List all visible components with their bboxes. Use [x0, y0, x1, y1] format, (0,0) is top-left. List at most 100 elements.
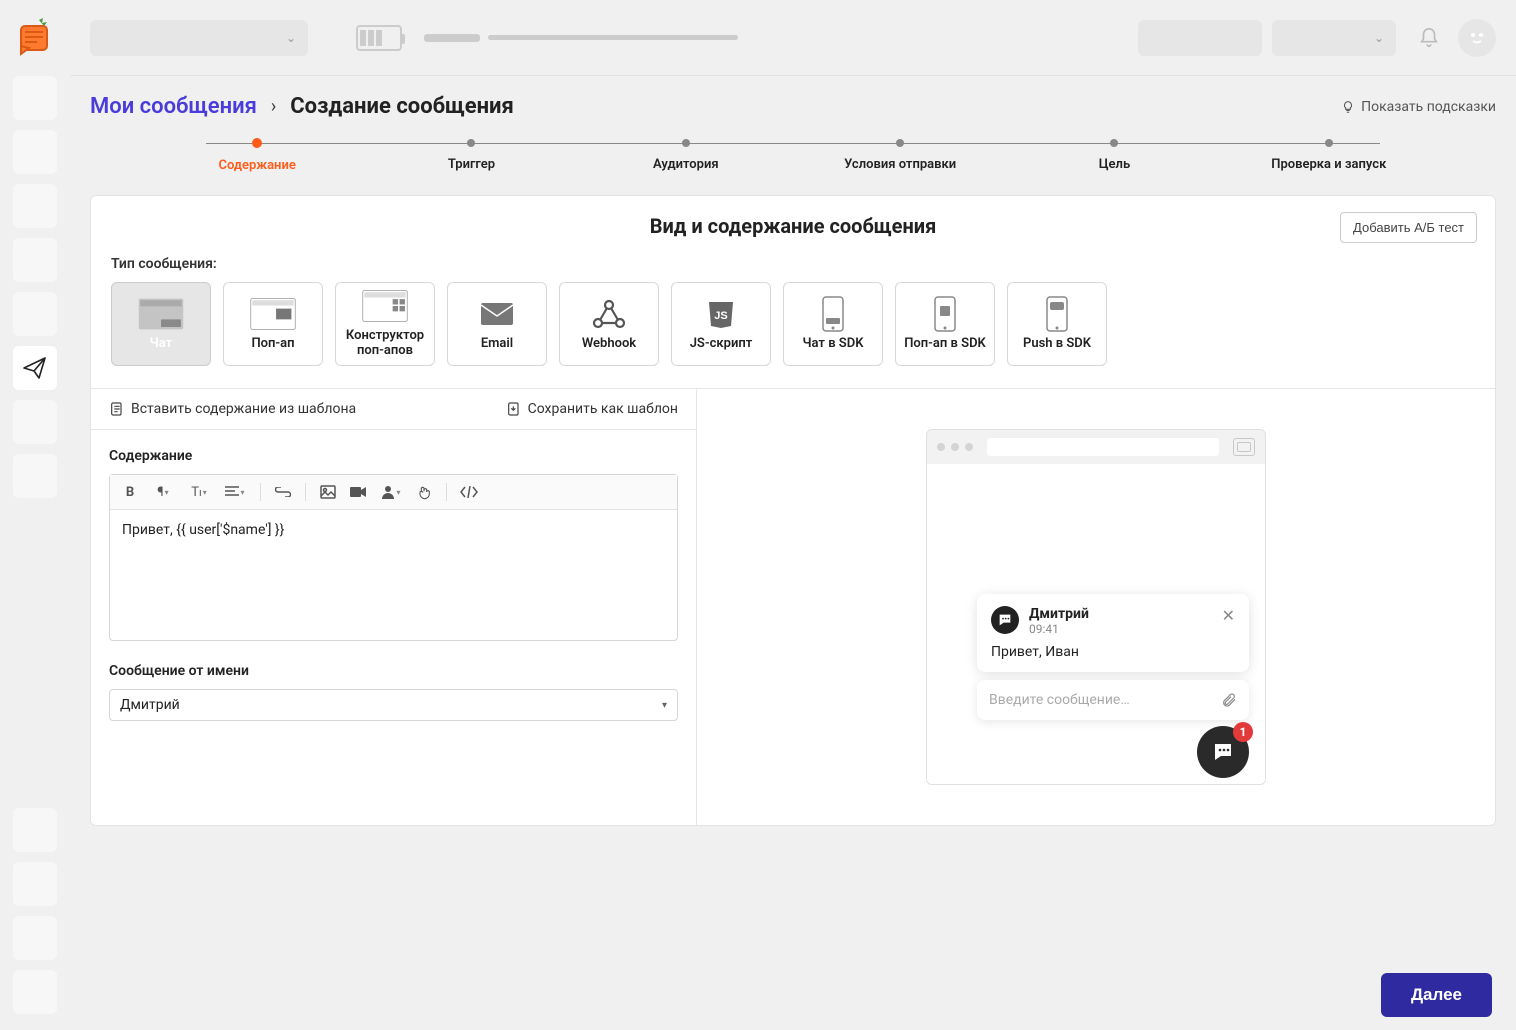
chevron-right-icon: › — [271, 96, 276, 117]
nav-item-7[interactable] — [13, 400, 57, 444]
preview-message: Привет, Иван — [991, 644, 1235, 660]
sender-label: Сообщение от имени — [109, 663, 678, 679]
step-trigger[interactable]: Триггер — [364, 137, 578, 172]
message-card: Вид и содержание сообщения Добавить А/Б … — [90, 195, 1496, 826]
align-button[interactable]: ▾ — [218, 479, 252, 505]
browser-mock: Дмитрий 09:41 ✕ Привет, Иван Введите соо… — [926, 429, 1266, 785]
card-title: Вид и содержание сообщения — [650, 214, 937, 238]
breadcrumb: Мои сообщения › Создание сообщения Показ… — [90, 94, 1496, 119]
content-editor[interactable]: Привет, {{ user['$name'] }} — [110, 510, 677, 640]
top-pill-1[interactable] — [1138, 20, 1262, 56]
chat-preview-bubble: Дмитрий 09:41 ✕ Привет, Иван — [977, 594, 1249, 672]
paper-plane-icon — [21, 354, 49, 382]
nav-item-5[interactable] — [13, 292, 57, 336]
top-pill-2[interactable]: ⌄ — [1272, 20, 1396, 56]
user-var-button[interactable]: ▾ — [374, 479, 408, 505]
editor-toolbar: B ¶▾ Tı▾ ▾ ▾ — [110, 475, 677, 510]
chevron-down-icon: ⌄ — [286, 31, 296, 45]
type-popup[interactable]: Поп-ап — [223, 282, 323, 366]
nav-item-2[interactable] — [13, 130, 57, 174]
nav-item-messages[interactable] — [13, 346, 57, 390]
message-type-row: Чат Поп-ап Конструктор поп-апов Email We… — [91, 282, 1495, 388]
nav-item-8[interactable] — [13, 454, 57, 498]
placeholder-text-1 — [424, 34, 480, 42]
paragraph-button[interactable]: ¶▾ — [146, 479, 180, 505]
close-icon[interactable]: ✕ — [1222, 606, 1235, 625]
breadcrumb-parent[interactable]: Мои сообщения — [90, 94, 257, 119]
wizard-steps: Содержание Триггер Аудитория Условия отп… — [150, 137, 1436, 173]
type-sdk-chat[interactable]: Чат в SDK — [783, 282, 883, 366]
quota-indicator — [356, 25, 402, 51]
preview-time: 09:41 — [1029, 622, 1089, 636]
window-dot — [937, 443, 945, 451]
chat-fab[interactable]: 1 — [1197, 726, 1249, 778]
step-goal[interactable]: Цель — [1007, 137, 1221, 172]
save-as-template-button[interactable]: Сохранить как шаблон — [506, 401, 678, 417]
code-button[interactable] — [455, 479, 483, 505]
nav-item-12[interactable] — [13, 970, 57, 1014]
video-button[interactable] — [344, 479, 372, 505]
window-dot — [951, 443, 959, 451]
chat-bubble-icon — [1211, 740, 1235, 764]
editor-pane: Вставить содержание из шаблона Сохранить… — [91, 389, 697, 825]
webhook-icon — [586, 297, 632, 331]
url-bar — [987, 438, 1219, 456]
breadcrumb-current: Создание сообщения — [290, 94, 514, 119]
type-email[interactable]: Email — [447, 282, 547, 366]
phone-chat-icon — [810, 297, 856, 331]
show-hints-button[interactable]: Показать подсказки — [1341, 99, 1496, 115]
pointer-button[interactable] — [410, 479, 438, 505]
nav-item-1[interactable] — [13, 76, 57, 120]
link-button[interactable] — [269, 479, 297, 505]
type-sdk-popup[interactable]: Поп-ап в SDK — [895, 282, 995, 366]
type-sdk-push[interactable]: Push в SDK — [1007, 282, 1107, 366]
insert-from-template-button[interactable]: Вставить содержание из шаблона — [109, 401, 356, 417]
sender-select[interactable]: Дмитрий ▾ — [109, 689, 678, 721]
builder-icon — [362, 289, 408, 323]
add-ab-test-button[interactable]: Добавить А/Б тест — [1340, 212, 1477, 243]
lightbulb-icon — [1341, 100, 1355, 114]
workspace-select[interactable]: ⌄ — [90, 20, 308, 56]
type-chat[interactable]: Чат — [111, 282, 211, 366]
preview-pane: Дмитрий 09:41 ✕ Привет, Иван Введите соо… — [697, 389, 1495, 825]
notifications-icon[interactable] — [1418, 27, 1440, 49]
user-avatar[interactable] — [1458, 19, 1496, 57]
main-content: Мои сообщения › Создание сообщения Показ… — [70, 76, 1516, 1030]
left-sidebar — [0, 0, 70, 1030]
bold-button[interactable]: B — [116, 479, 144, 505]
sender-avatar — [991, 606, 1019, 634]
type-webhook[interactable]: Webhook — [559, 282, 659, 366]
step-audience[interactable]: Аудитория — [579, 137, 793, 172]
type-js[interactable]: JS JS-скрипт — [671, 282, 771, 366]
placeholder-text-2 — [488, 35, 738, 40]
template-save-icon — [506, 401, 522, 417]
nav-item-10[interactable] — [13, 862, 57, 906]
template-insert-icon — [109, 401, 125, 417]
email-icon — [474, 297, 520, 331]
next-button[interactable]: Далее — [1381, 973, 1492, 1017]
caret-down-icon: ▾ — [662, 700, 667, 711]
top-bar: ⌄ ⌄ — [70, 0, 1516, 76]
app-logo[interactable] — [13, 14, 57, 58]
type-popup-builder[interactable]: Конструктор поп-апов — [335, 282, 435, 366]
attachment-icon[interactable] — [1221, 691, 1237, 709]
footer: Далее — [70, 960, 1516, 1030]
text-format-button[interactable]: Tı▾ — [182, 479, 216, 505]
preview-input[interactable]: Введите сообщение… — [977, 680, 1249, 720]
message-type-label: Тип сообщения: — [91, 256, 1495, 282]
chevron-down-icon: ⌄ — [1374, 31, 1384, 45]
content-label: Содержание — [109, 448, 678, 464]
preview-sender-name: Дмитрий — [1029, 606, 1089, 622]
phone-push-icon — [1034, 297, 1080, 331]
step-review[interactable]: Проверка и запуск — [1222, 137, 1436, 172]
step-conditions[interactable]: Условия отправки — [793, 137, 1007, 172]
step-content[interactable]: Содержание — [150, 137, 364, 173]
nav-item-11[interactable] — [13, 916, 57, 960]
chat-window-icon — [138, 297, 184, 331]
nav-item-9[interactable] — [13, 808, 57, 852]
unread-badge: 1 — [1233, 722, 1253, 742]
popup-icon — [250, 297, 296, 331]
nav-item-3[interactable] — [13, 184, 57, 228]
image-button[interactable] — [314, 479, 342, 505]
nav-item-4[interactable] — [13, 238, 57, 282]
